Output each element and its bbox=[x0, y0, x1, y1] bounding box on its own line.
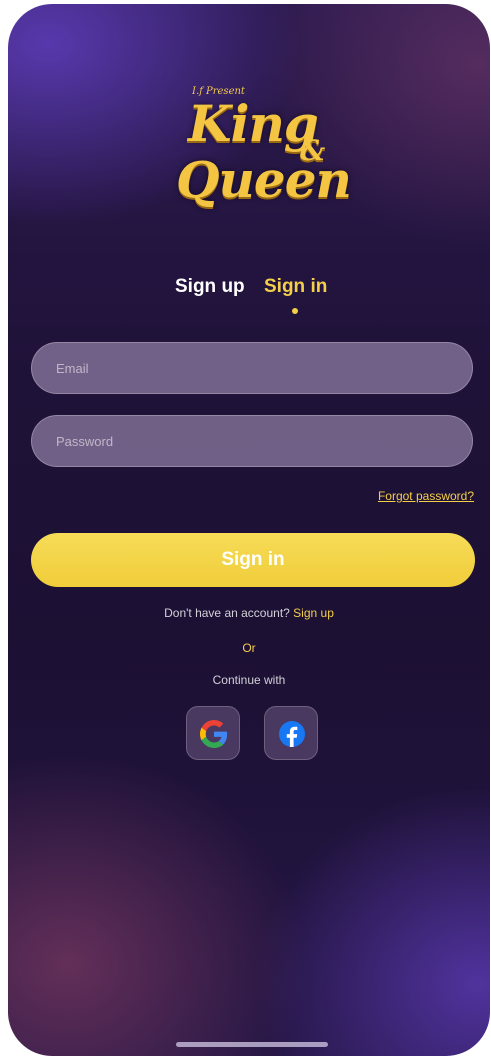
signup-prompt: Don't have an account? Sign up bbox=[8, 606, 490, 620]
logo-king: King bbox=[188, 94, 319, 153]
signup-link[interactable]: Sign up bbox=[293, 606, 334, 620]
auth-tabs: Sign up Sign in bbox=[8, 276, 490, 316]
continue-with-label: Continue with bbox=[212, 673, 286, 687]
signup-prompt-text: Don't have an account? bbox=[164, 606, 290, 620]
google-icon bbox=[200, 720, 228, 748]
app-screen: I.f Present King & Queen Sign up Sign in… bbox=[8, 4, 490, 1056]
home-indicator bbox=[176, 1042, 328, 1047]
email-field[interactable] bbox=[32, 343, 472, 393]
logo-queen: Queen bbox=[176, 150, 352, 209]
google-sign-in-button[interactable] bbox=[186, 706, 240, 760]
password-field-wrapper bbox=[31, 415, 473, 467]
facebook-sign-in-button[interactable] bbox=[264, 706, 318, 760]
sign-in-button[interactable]: Sign in bbox=[31, 533, 475, 587]
or-divider: Or bbox=[242, 641, 256, 655]
tab-sign-in[interactable]: Sign in bbox=[264, 276, 327, 298]
active-tab-indicator bbox=[292, 308, 298, 314]
password-field[interactable] bbox=[32, 416, 472, 466]
facebook-icon bbox=[279, 721, 305, 747]
app-logo: I.f Present King & Queen bbox=[168, 84, 352, 224]
forgot-password-link[interactable]: Forgot password? bbox=[378, 489, 474, 503]
email-field-wrapper bbox=[31, 342, 473, 394]
tab-sign-up[interactable]: Sign up bbox=[175, 276, 245, 298]
